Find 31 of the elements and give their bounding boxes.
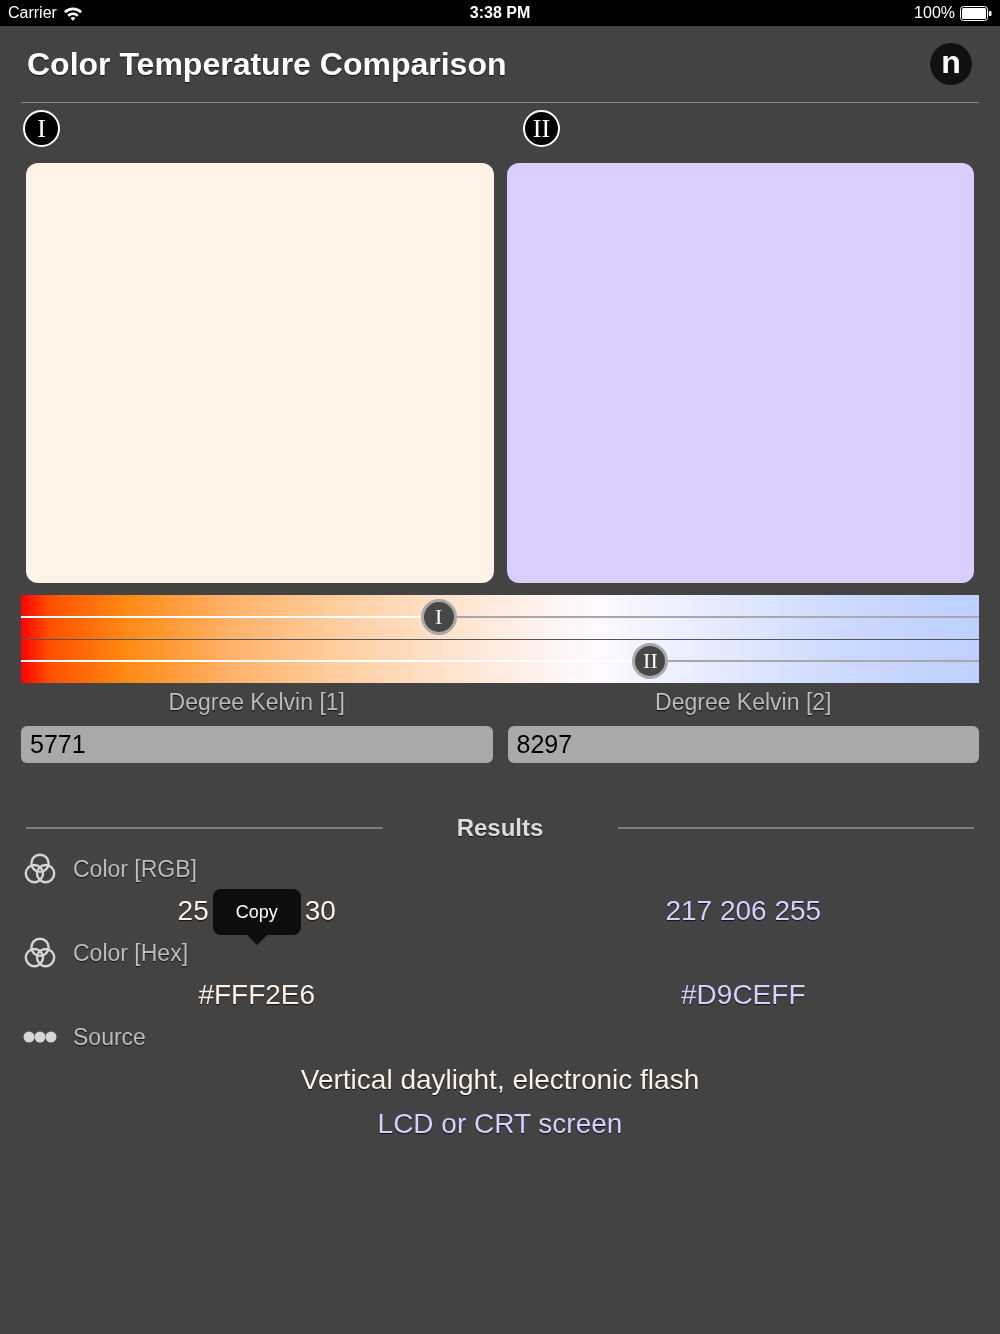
- color-value: 30: [304, 895, 336, 927]
- three-circles-icon: [24, 853, 56, 885]
- three-circles-icon: [24, 937, 56, 969]
- kelvin-label: Degree Kelvin [2]: [655, 689, 832, 715]
- kelvin-input[interactable]: 8297: [507, 726, 979, 763]
- battery-percent: 100%: [914, 3, 955, 23]
- color-value: #FFF2E6: [198, 979, 316, 1011]
- result-label: Color [Hex]: [73, 938, 189, 968]
- slider-track[interactable]: I: [21, 598, 979, 635]
- wifi-icon: [62, 5, 83, 21]
- results-heading: Results: [456, 813, 544, 843]
- color-value: 217 206 255: [665, 895, 822, 927]
- source-description: LCD or CRT screen: [377, 1107, 623, 1141]
- status-time: 3:38 PM: [469, 3, 531, 23]
- kelvin-label: Degree Kelvin [1]: [168, 689, 345, 715]
- color-value: 25: [177, 895, 209, 927]
- roman-numeral-marker: I: [23, 110, 60, 147]
- source-description: Vertical daylight, electronic flash: [300, 1063, 700, 1097]
- slider-thumb[interactable]: I: [420, 598, 457, 635]
- app-logo[interactable]: n: [930, 43, 972, 85]
- color-value: #D9CEFF: [681, 979, 806, 1011]
- result-label: Color [RGB]: [73, 854, 197, 884]
- slider-thumb[interactable]: II: [632, 643, 669, 680]
- result-label: Source: [73, 1022, 146, 1052]
- roman-numeral-marker: II: [523, 110, 560, 147]
- carrier-name: Carrier: [8, 3, 57, 23]
- battery-icon: [960, 5, 992, 21]
- app-title: Color Temperature Comparison: [27, 45, 507, 84]
- kelvin-input[interactable]: 5771: [21, 726, 493, 763]
- three-dots-icon: [23, 1031, 57, 1043]
- slider-track[interactable]: II: [21, 643, 979, 680]
